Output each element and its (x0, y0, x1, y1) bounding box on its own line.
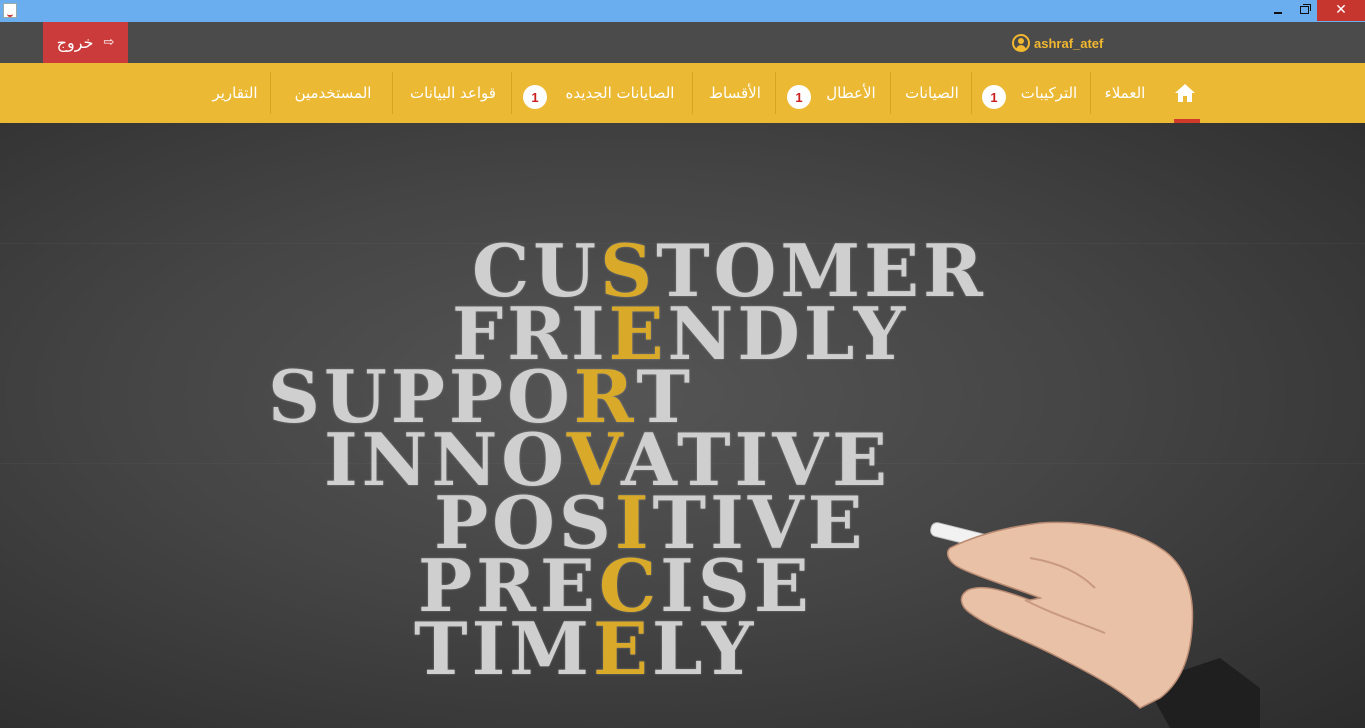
nav-item-faults[interactable]: الأعطال (818, 63, 884, 123)
user-icon (1012, 34, 1030, 52)
nav-divider (775, 72, 776, 114)
nav-item-label: الأعطال (826, 84, 876, 102)
minimize-icon[interactable] (1264, 0, 1292, 21)
nav-item-label: الصيانات (905, 84, 959, 102)
nav-item-label: التركيبات (1020, 84, 1078, 102)
nav-item-label: الصايانات الجديده (565, 84, 675, 102)
nav-item-maintenance[interactable]: الصيانات (898, 63, 966, 123)
current-user[interactable]: ashraf_atef (1012, 32, 1103, 54)
nav-item-new-maintenance[interactable]: الصايانات الجديده (555, 63, 685, 123)
window-titlebar: ✕ (0, 0, 1365, 22)
java-app-icon (3, 3, 17, 18)
nav-item-label: العملاء (1104, 84, 1146, 102)
nav-item-label: المستخدمين (294, 84, 372, 102)
nav-item-customers[interactable]: العملاء (1096, 63, 1154, 123)
close-icon[interactable]: ✕ (1317, 0, 1365, 21)
nav-divider (971, 72, 972, 114)
logout-button[interactable]: خروج ⇨ (43, 22, 128, 63)
notification-badge: 1 (787, 85, 811, 109)
nav-item-label: قواعد البيانات (410, 84, 496, 102)
nav-item-reports[interactable]: التقارير (205, 63, 265, 123)
nav-item-databases[interactable]: قواعد البيانات (400, 63, 506, 123)
banner-word: TIMELY (414, 606, 758, 691)
logout-icon: ⇨ (103, 35, 115, 50)
main-nav: العملاء 1 التركيبات الصيانات 1 الأعطال ا… (0, 63, 1365, 123)
username-label: ashraf_atef (1034, 35, 1104, 51)
nav-divider (270, 72, 271, 114)
nav-item-installations[interactable]: التركيبات (1012, 63, 1086, 123)
notification-badge: 1 (982, 85, 1006, 109)
nav-item-label: الأقساط (709, 84, 761, 102)
user-bar: خروج ⇨ ashraf_atef (0, 22, 1365, 63)
notification-badge: 1 (523, 85, 547, 109)
nav-item-label: التقارير (212, 84, 258, 102)
nav-divider (1090, 72, 1091, 114)
nav-divider (511, 72, 512, 114)
service-banner-image: CUSTOMER FRIENDLY SUPPORT INNOVATIVE POS… (0, 123, 1365, 728)
logout-label: خروج (56, 33, 94, 52)
nav-divider (890, 72, 891, 114)
nav-divider (692, 72, 693, 114)
home-icon (1175, 84, 1195, 102)
nav-item-installments[interactable]: الأقساط (700, 63, 770, 123)
restore-icon[interactable] (1290, 0, 1318, 21)
nav-item-users[interactable]: المستخدمين (282, 63, 384, 123)
hand-with-chalk-illustration (930, 521, 1260, 728)
nav-divider (392, 72, 393, 114)
nav-home[interactable] (1170, 63, 1200, 123)
